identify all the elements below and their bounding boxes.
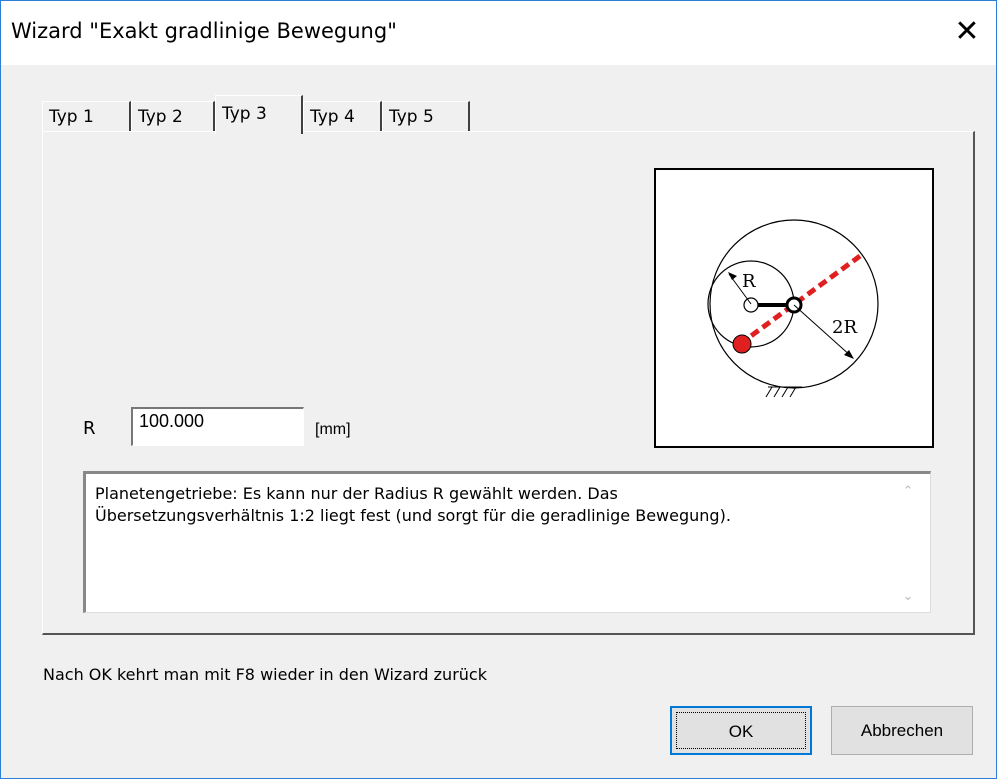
description-text: Planetengetriebe: Es kann nur der Radius… [95,484,731,525]
tab-label: Typ 2 [138,107,183,127]
focus-rect [676,712,806,749]
planet-center-point [743,297,759,313]
cancel-button[interactable]: Abbrechen [831,706,973,755]
tab-label: Typ 4 [310,107,355,127]
label-r: R [742,271,756,292]
tab-label: Typ 1 [49,107,94,127]
tab-typ-3[interactable]: Typ 3 [215,95,303,134]
diagram-svg: R 2R [707,219,879,398]
tab-typ-4[interactable]: Typ 4 [303,101,382,132]
tab-typ-5[interactable]: Typ 5 [382,101,470,132]
ok-button[interactable]: OK [670,706,812,755]
tab-typ-2[interactable]: Typ 2 [131,101,215,132]
close-icon[interactable]: ✕ [938,1,996,65]
title-bar: Wizard "Exakt gradlinige Bewegung" ✕ [1,1,996,65]
footer-note: Nach OK kehrt man mit F8 wieder in den W… [43,665,487,684]
description-textarea[interactable]: Planetengetriebe: Es kann nur der Radius… [83,471,931,613]
scroll-down-icon[interactable]: ⌄ [900,589,916,604]
unit-label: [mm] [315,421,351,438]
label-2r: 2R [832,317,857,338]
tab-label: Typ 3 [222,104,267,124]
window-title: Wizard "Exakt gradlinige Bewegung" [11,19,397,43]
r-arrowhead [728,272,737,280]
scroll-up-icon[interactable]: ⌃ [900,484,916,499]
radius-input[interactable]: 100.000 [131,407,304,446]
tab-typ-1[interactable]: Typ 1 [42,101,131,132]
cancel-label: Abbrechen [860,721,944,740]
tab-label: Typ 5 [389,107,434,127]
tracing-point [732,334,752,354]
r-label: R [83,418,96,439]
planetary-gear-diagram: R 2R [654,168,934,448]
